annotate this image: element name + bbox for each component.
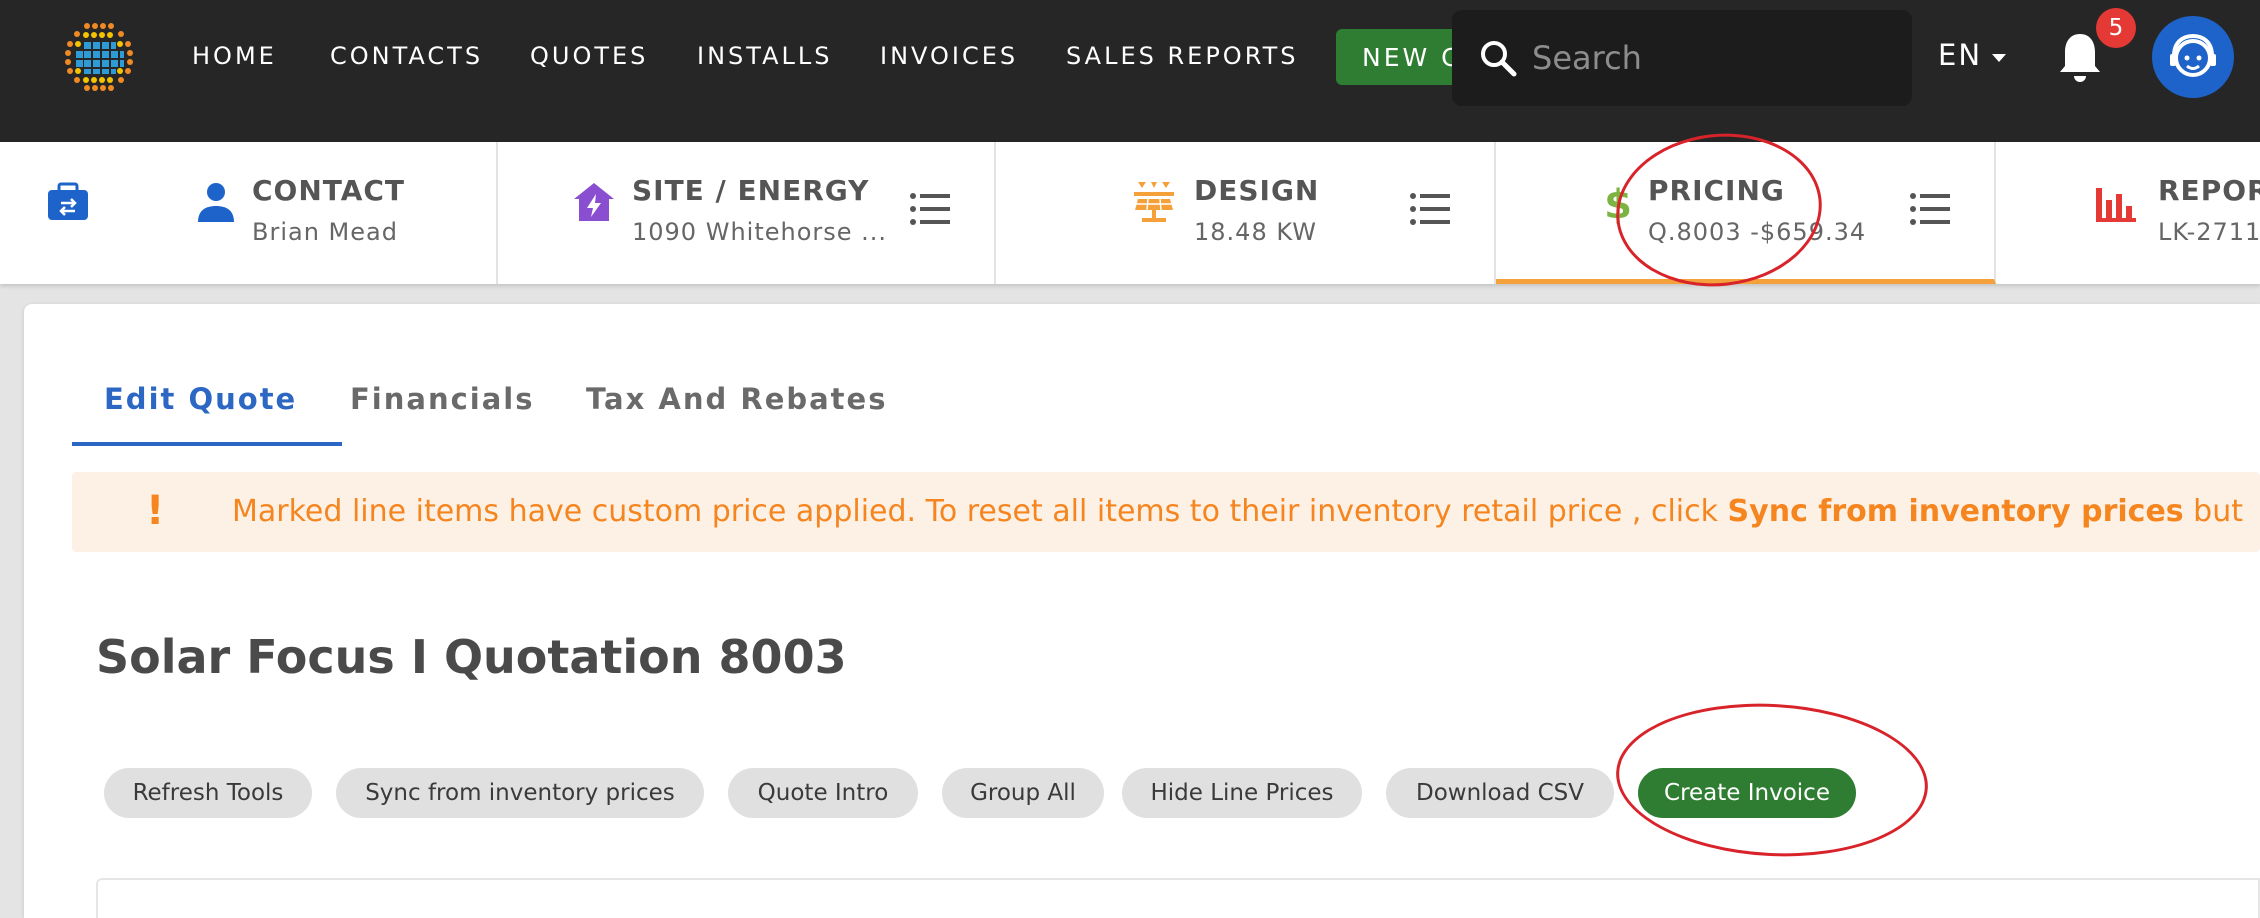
notification-count-badge: 5 (2096, 8, 2136, 48)
refresh-tools-button[interactable]: Refresh Tools (104, 768, 312, 818)
page-title: Solar Focus I Quotation 8003 (96, 630, 847, 684)
step-contact[interactable]: CONTACT Brian Mead (140, 142, 498, 284)
notification-bell-icon[interactable] (2056, 30, 2104, 84)
search-box (1452, 10, 1912, 106)
user-avatar[interactable] (2152, 16, 2234, 98)
step-contact-title: CONTACT (252, 174, 406, 207)
bar-chart-icon (2096, 188, 2136, 222)
step-contact-subtitle: Brian Mead (252, 218, 398, 246)
step-reports[interactable]: REPOR LK-27112 (1996, 142, 2260, 284)
alert-message: Marked line items have custom price appl… (232, 494, 2243, 529)
hide-line-prices-button[interactable]: Hide Line Prices (1122, 768, 1362, 818)
nav-home[interactable]: HOME (192, 42, 277, 70)
step-site-subtitle: 1090 Whitehorse ... (632, 218, 888, 246)
person-icon (198, 183, 234, 222)
group-all-button[interactable]: Group All (942, 768, 1104, 818)
svg-text:$: $ (1604, 182, 1632, 224)
step-site-energy[interactable]: SITE / ENERGY 1090 Whitehorse ... (498, 142, 996, 284)
alert-text-after: but (2183, 494, 2243, 529)
active-tab-indicator (72, 442, 342, 446)
quote-intro-button[interactable]: Quote Intro (728, 768, 918, 818)
nav-installs[interactable]: INSTALLS (697, 42, 832, 70)
step-pricing[interactable]: $ PRICING Q.8003 -$659.34 (1496, 142, 1996, 284)
search-input[interactable] (1532, 30, 1892, 86)
step-reports-title: REPOR (2158, 174, 2260, 207)
nav-quotes[interactable]: QUOTES (530, 42, 648, 70)
custom-price-alert: ! Marked line items have custom price ap… (72, 472, 2260, 552)
line-items-panel (96, 878, 2260, 918)
language-selector[interactable]: EN (1938, 38, 1982, 72)
step-pricing-subtitle: Q.8003 -$659.34 (1648, 218, 1867, 246)
step-design-title: DESIGN (1194, 174, 1320, 207)
list-icon[interactable] (1910, 192, 1950, 226)
list-icon[interactable] (910, 192, 950, 226)
nav-sales-reports[interactable]: SALES REPORTS (1066, 42, 1299, 70)
company-logo-icon[interactable] (62, 20, 136, 94)
sync-inventory-prices-button[interactable]: Sync from inventory prices (336, 768, 704, 818)
top-navigation-bar: HOME CONTACTS QUOTES INSTALLS INVOICES S… (0, 0, 2260, 142)
exclamation-icon: ! (146, 488, 165, 534)
alert-sync-link-text: Sync from inventory prices (1727, 494, 2184, 529)
caret-down-icon[interactable] (1992, 54, 2006, 62)
solar-panel-icon (1134, 182, 1174, 222)
support-agent-icon (2170, 33, 2216, 77)
tab-edit-quote[interactable]: Edit Quote (104, 382, 297, 416)
briefcase-switch-icon (48, 182, 88, 220)
house-energy-icon (574, 183, 614, 221)
step-design-subtitle: 18.48 KW (1194, 218, 1317, 246)
list-icon[interactable] (1410, 192, 1450, 226)
step-tools[interactable] (0, 142, 140, 284)
step-pricing-title: PRICING (1648, 174, 1785, 207)
tab-tax-and-rebates[interactable]: Tax And Rebates (586, 382, 887, 416)
nav-invoices[interactable]: INVOICES (880, 42, 1018, 70)
tab-financials[interactable]: Financials (350, 382, 535, 416)
quote-content-card: Edit Quote Financials Tax And Rebates ! … (24, 304, 2260, 918)
alert-text-before: Marked line items have custom price appl… (232, 494, 1728, 529)
workflow-step-bar: CONTACT Brian Mead SITE / ENERGY 1090 Wh… (0, 142, 2260, 284)
create-invoice-button[interactable]: Create Invoice (1638, 768, 1856, 818)
search-icon (1481, 41, 1517, 77)
step-reports-subtitle: LK-27112 (2158, 218, 2260, 246)
download-csv-button[interactable]: Download CSV (1386, 768, 1614, 818)
nav-contacts[interactable]: CONTACTS (330, 42, 483, 70)
step-site-title: SITE / ENERGY (632, 174, 870, 207)
step-design[interactable]: DESIGN 18.48 KW (996, 142, 1496, 284)
dollar-icon: $ (1604, 182, 1632, 224)
